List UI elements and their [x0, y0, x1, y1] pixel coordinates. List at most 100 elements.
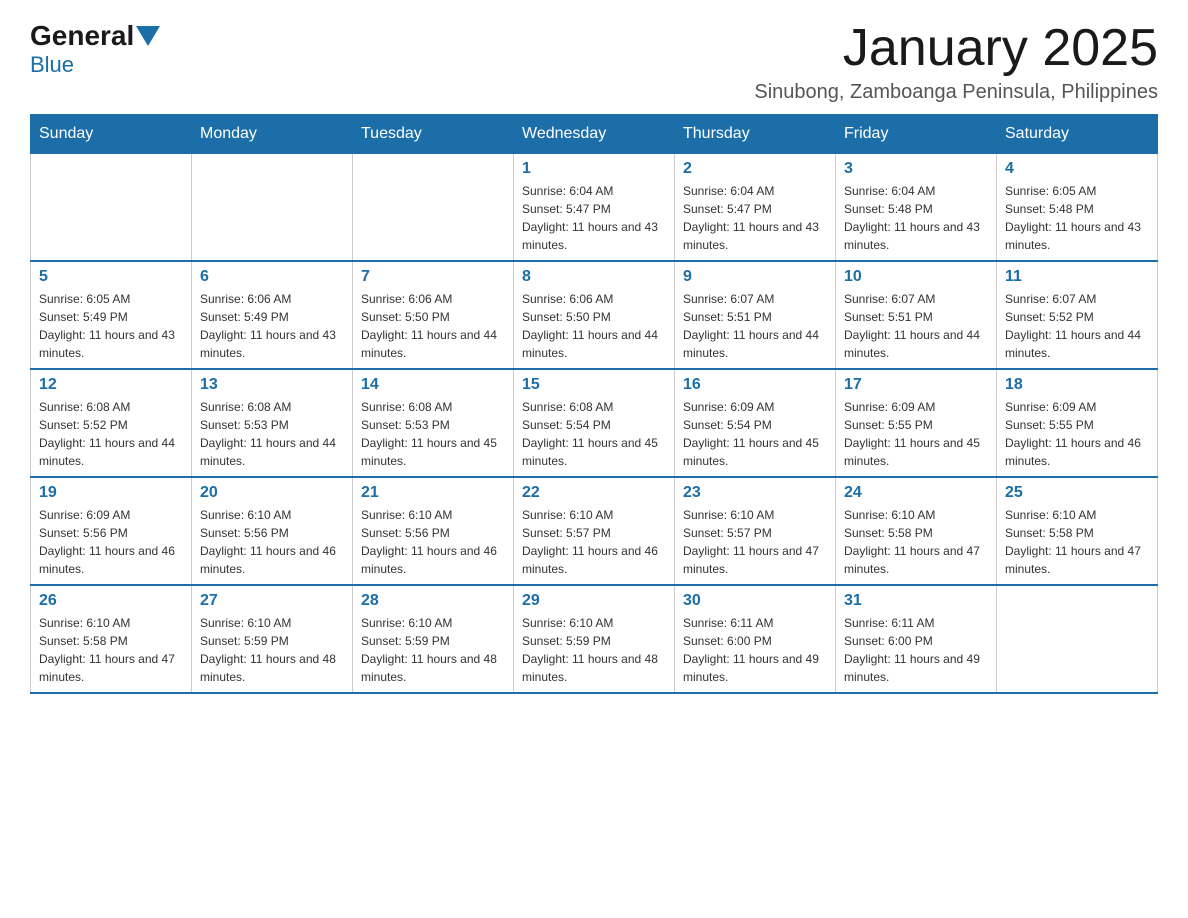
- day-info: Sunrise: 6:08 AMSunset: 5:52 PMDaylight:…: [39, 398, 183, 470]
- day-number: 15: [522, 376, 666, 394]
- calendar-cell: 23Sunrise: 6:10 AMSunset: 5:57 PMDayligh…: [675, 477, 836, 585]
- calendar-cell: [192, 154, 353, 262]
- day-info: Sunrise: 6:09 AMSunset: 5:55 PMDaylight:…: [1005, 398, 1149, 470]
- day-number: 30: [683, 592, 827, 610]
- day-info: Sunrise: 6:06 AMSunset: 5:50 PMDaylight:…: [361, 290, 505, 362]
- calendar-cell: 1Sunrise: 6:04 AMSunset: 5:47 PMDaylight…: [514, 154, 675, 262]
- week-row-3: 19 Sunrise: 6:09 AMSunset: 5:56 PMDayligh…: [31, 477, 1158, 585]
- logo-blue-text: Blue: [30, 52, 74, 77]
- main-title: January 2025: [754, 20, 1158, 77]
- week-row-2: 12 Sunrise: 6:08 AMSunset: 5:52 PMDayligh…: [31, 369, 1158, 477]
- calendar-cell: 24 Sunrise: 6:10 AMSunset: 5:58 PMDayligh…: [836, 477, 997, 585]
- logo: General Blue: [30, 20, 162, 78]
- calendar-cell: 12 Sunrise: 6:08 AMSunset: 5:52 PMDayligh…: [31, 369, 192, 477]
- day-info: Sunrise: 6:04 AMSunset: 5:47 PMDaylight:…: [683, 182, 827, 254]
- day-info: Sunrise: 6:07 AMSunset: 5:51 PMDaylight:…: [844, 290, 988, 362]
- day-info: Sunrise: 6:10 AMSunset: 5:58 PMDaylight:…: [844, 506, 988, 578]
- week-row-1: 5 Sunrise: 6:05 AMSunset: 5:49 PMDaylight…: [31, 261, 1158, 369]
- calendar-cell: 19 Sunrise: 6:09 AMSunset: 5:56 PMDayligh…: [31, 477, 192, 585]
- calendar-cell: 5 Sunrise: 6:05 AMSunset: 5:49 PMDaylight…: [31, 261, 192, 369]
- day-info: Sunrise: 6:09 AMSunset: 5:56 PMDaylight:…: [39, 506, 183, 578]
- calendar-cell: 27 Sunrise: 6:10 AMSunset: 5:59 PMDayligh…: [192, 585, 353, 693]
- day-number: 28: [361, 592, 505, 610]
- day-info: Sunrise: 6:07 AMSunset: 5:51 PMDaylight:…: [683, 290, 827, 362]
- calendar-header-row: SundayMondayTuesdayWednesdayThursdayFrid…: [31, 115, 1158, 154]
- day-number: 9: [683, 268, 827, 286]
- day-info: Sunrise: 6:10 AMSunset: 5:57 PMDaylight:…: [522, 506, 666, 578]
- logo-general-text: General: [30, 20, 134, 52]
- day-info: Sunrise: 6:06 AMSunset: 5:49 PMDaylight:…: [200, 290, 344, 362]
- calendar-cell: 25 Sunrise: 6:10 AMSunset: 5:58 PMDayligh…: [997, 477, 1158, 585]
- day-number: 6: [200, 268, 344, 286]
- day-number: 25: [1005, 484, 1149, 502]
- day-number: 24: [844, 484, 988, 502]
- day-number: 11: [1005, 268, 1149, 286]
- header-friday: Friday: [836, 115, 997, 154]
- day-number: 20: [200, 484, 344, 502]
- day-info: Sunrise: 6:08 AMSunset: 5:54 PMDaylight:…: [522, 398, 666, 470]
- day-number: 18: [1005, 376, 1149, 394]
- day-number: 13: [200, 376, 344, 394]
- day-info: Sunrise: 6:08 AMSunset: 5:53 PMDaylight:…: [361, 398, 505, 470]
- calendar-cell: 20 Sunrise: 6:10 AMSunset: 5:56 PMDayligh…: [192, 477, 353, 585]
- day-number: 3: [844, 160, 988, 178]
- calendar-table: SundayMondayTuesdayWednesdayThursdayFrid…: [30, 114, 1158, 694]
- day-info: Sunrise: 6:10 AMSunset: 5:57 PMDaylight:…: [683, 506, 827, 578]
- day-info: Sunrise: 6:04 AMSunset: 5:48 PMDaylight:…: [844, 182, 988, 254]
- week-row-0: 1Sunrise: 6:04 AMSunset: 5:47 PMDaylight…: [31, 154, 1158, 262]
- calendar-cell: 31Sunrise: 6:11 AMSunset: 6:00 PMDayligh…: [836, 585, 997, 693]
- calendar-cell: 14Sunrise: 6:08 AMSunset: 5:53 PMDayligh…: [353, 369, 514, 477]
- day-number: 17: [844, 376, 988, 394]
- calendar-cell: 17 Sunrise: 6:09 AMSunset: 5:55 PMDayligh…: [836, 369, 997, 477]
- title-area: January 2025 Sinubong, Zamboanga Peninsu…: [754, 20, 1158, 104]
- day-info: Sunrise: 6:07 AMSunset: 5:52 PMDaylight:…: [1005, 290, 1149, 362]
- day-info: Sunrise: 6:11 AMSunset: 6:00 PMDaylight:…: [683, 614, 827, 686]
- day-info: Sunrise: 6:10 AMSunset: 5:59 PMDaylight:…: [522, 614, 666, 686]
- subtitle: Sinubong, Zamboanga Peninsula, Philippin…: [754, 81, 1158, 104]
- calendar-cell: 7Sunrise: 6:06 AMSunset: 5:50 PMDaylight…: [353, 261, 514, 369]
- calendar-cell: 2Sunrise: 6:04 AMSunset: 5:47 PMDaylight…: [675, 154, 836, 262]
- day-info: Sunrise: 6:10 AMSunset: 5:58 PMDaylight:…: [1005, 506, 1149, 578]
- day-info: Sunrise: 6:10 AMSunset: 5:56 PMDaylight:…: [200, 506, 344, 578]
- calendar-cell: 21 Sunrise: 6:10 AMSunset: 5:56 PMDayligh…: [353, 477, 514, 585]
- calendar-cell: 11 Sunrise: 6:07 AMSunset: 5:52 PMDayligh…: [997, 261, 1158, 369]
- day-info: Sunrise: 6:10 AMSunset: 5:56 PMDaylight:…: [361, 506, 505, 578]
- day-info: Sunrise: 6:09 AMSunset: 5:55 PMDaylight:…: [844, 398, 988, 470]
- day-info: Sunrise: 6:10 AMSunset: 5:59 PMDaylight:…: [200, 614, 344, 686]
- day-number: 12: [39, 376, 183, 394]
- day-info: Sunrise: 6:04 AMSunset: 5:47 PMDaylight:…: [522, 182, 666, 254]
- day-info: Sunrise: 6:10 AMSunset: 5:59 PMDaylight:…: [361, 614, 505, 686]
- calendar-cell: [31, 154, 192, 262]
- day-number: 29: [522, 592, 666, 610]
- calendar-cell: 13 Sunrise: 6:08 AMSunset: 5:53 PMDayligh…: [192, 369, 353, 477]
- day-number: 21: [361, 484, 505, 502]
- header-monday: Monday: [192, 115, 353, 154]
- calendar-cell: 4 Sunrise: 6:05 AMSunset: 5:48 PMDaylight…: [997, 154, 1158, 262]
- calendar-cell: 28 Sunrise: 6:10 AMSunset: 5:59 PMDayligh…: [353, 585, 514, 693]
- header-thursday: Thursday: [675, 115, 836, 154]
- day-number: 8: [522, 268, 666, 286]
- day-number: 10: [844, 268, 988, 286]
- day-number: 4: [1005, 160, 1149, 178]
- calendar-cell: 15 Sunrise: 6:08 AMSunset: 5:54 PMDayligh…: [514, 369, 675, 477]
- calendar-cell: 16Sunrise: 6:09 AMSunset: 5:54 PMDayligh…: [675, 369, 836, 477]
- day-info: Sunrise: 6:05 AMSunset: 5:49 PMDaylight:…: [39, 290, 183, 362]
- day-info: Sunrise: 6:06 AMSunset: 5:50 PMDaylight:…: [522, 290, 666, 362]
- calendar-cell: 6 Sunrise: 6:06 AMSunset: 5:49 PMDaylight…: [192, 261, 353, 369]
- calendar-cell: 8 Sunrise: 6:06 AMSunset: 5:50 PMDaylight…: [514, 261, 675, 369]
- calendar-cell: [353, 154, 514, 262]
- day-number: 27: [200, 592, 344, 610]
- header-wednesday: Wednesday: [514, 115, 675, 154]
- day-number: 19: [39, 484, 183, 502]
- calendar-cell: 29 Sunrise: 6:10 AMSunset: 5:59 PMDayligh…: [514, 585, 675, 693]
- calendar-cell: 26Sunrise: 6:10 AMSunset: 5:58 PMDayligh…: [31, 585, 192, 693]
- day-number: 5: [39, 268, 183, 286]
- day-number: 31: [844, 592, 988, 610]
- header-saturday: Saturday: [997, 115, 1158, 154]
- day-info: Sunrise: 6:08 AMSunset: 5:53 PMDaylight:…: [200, 398, 344, 470]
- calendar-cell: [997, 585, 1158, 693]
- calendar-cell: 10 Sunrise: 6:07 AMSunset: 5:51 PMDayligh…: [836, 261, 997, 369]
- calendar-cell: 22Sunrise: 6:10 AMSunset: 5:57 PMDayligh…: [514, 477, 675, 585]
- day-info: Sunrise: 6:10 AMSunset: 5:58 PMDaylight:…: [39, 614, 183, 686]
- day-info: Sunrise: 6:05 AMSunset: 5:48 PMDaylight:…: [1005, 182, 1149, 254]
